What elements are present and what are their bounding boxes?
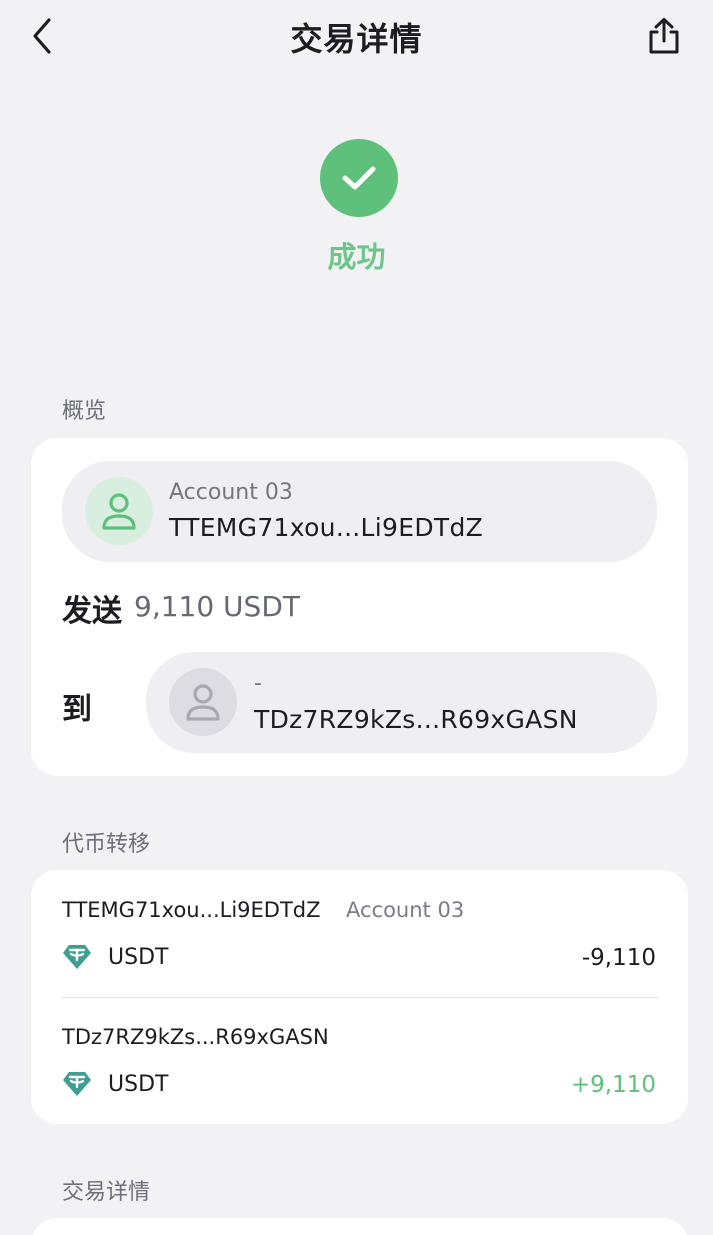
token-transfer-section-label: 代币转移 bbox=[62, 832, 151, 857]
header: 交易详情 bbox=[0, 0, 713, 80]
from-avatar bbox=[85, 477, 153, 545]
details-section-label: 交易详情 bbox=[62, 1180, 151, 1205]
transfer-row-1-token: USDT bbox=[108, 945, 169, 970]
transfer-row-2-token: USDT bbox=[108, 1072, 169, 1097]
check-icon bbox=[342, 166, 376, 190]
overview-section-label: 概览 bbox=[62, 399, 107, 424]
to-account-name: - bbox=[254, 671, 262, 696]
page-title: 交易详情 bbox=[290, 20, 423, 58]
send-amount: 9,110 USDT bbox=[134, 590, 300, 623]
transfer-row-2-amount: +9,110 bbox=[570, 1072, 656, 1098]
share-button[interactable] bbox=[643, 14, 685, 58]
to-account-address: TDz7RZ9kZs...R69xGASN bbox=[254, 705, 578, 734]
to-label: 到 bbox=[62, 692, 92, 727]
status-text: 成功 bbox=[327, 240, 386, 274]
from-account-address: TTEMG71xou...Li9EDTdZ bbox=[169, 513, 484, 542]
user-icon bbox=[186, 684, 220, 721]
transfer-row-1-amount: -9,110 bbox=[581, 945, 656, 971]
tether-icon bbox=[63, 1072, 91, 1096]
share-icon bbox=[649, 18, 679, 54]
status-success-icon bbox=[320, 139, 398, 217]
from-account-name: Account 03 bbox=[169, 480, 293, 505]
divider bbox=[62, 997, 658, 998]
user-icon bbox=[102, 493, 136, 530]
transfer-row-2-address: TDz7RZ9kZs...R69xGASN bbox=[62, 1025, 329, 1049]
to-avatar bbox=[169, 668, 237, 736]
details-card bbox=[31, 1218, 688, 1235]
send-label: 发送 bbox=[62, 594, 122, 629]
tether-icon bbox=[63, 945, 91, 969]
transfer-row-1-account: Account 03 bbox=[346, 898, 465, 922]
transfer-row-1-address: TTEMG71xou...Li9EDTdZ bbox=[62, 898, 321, 922]
